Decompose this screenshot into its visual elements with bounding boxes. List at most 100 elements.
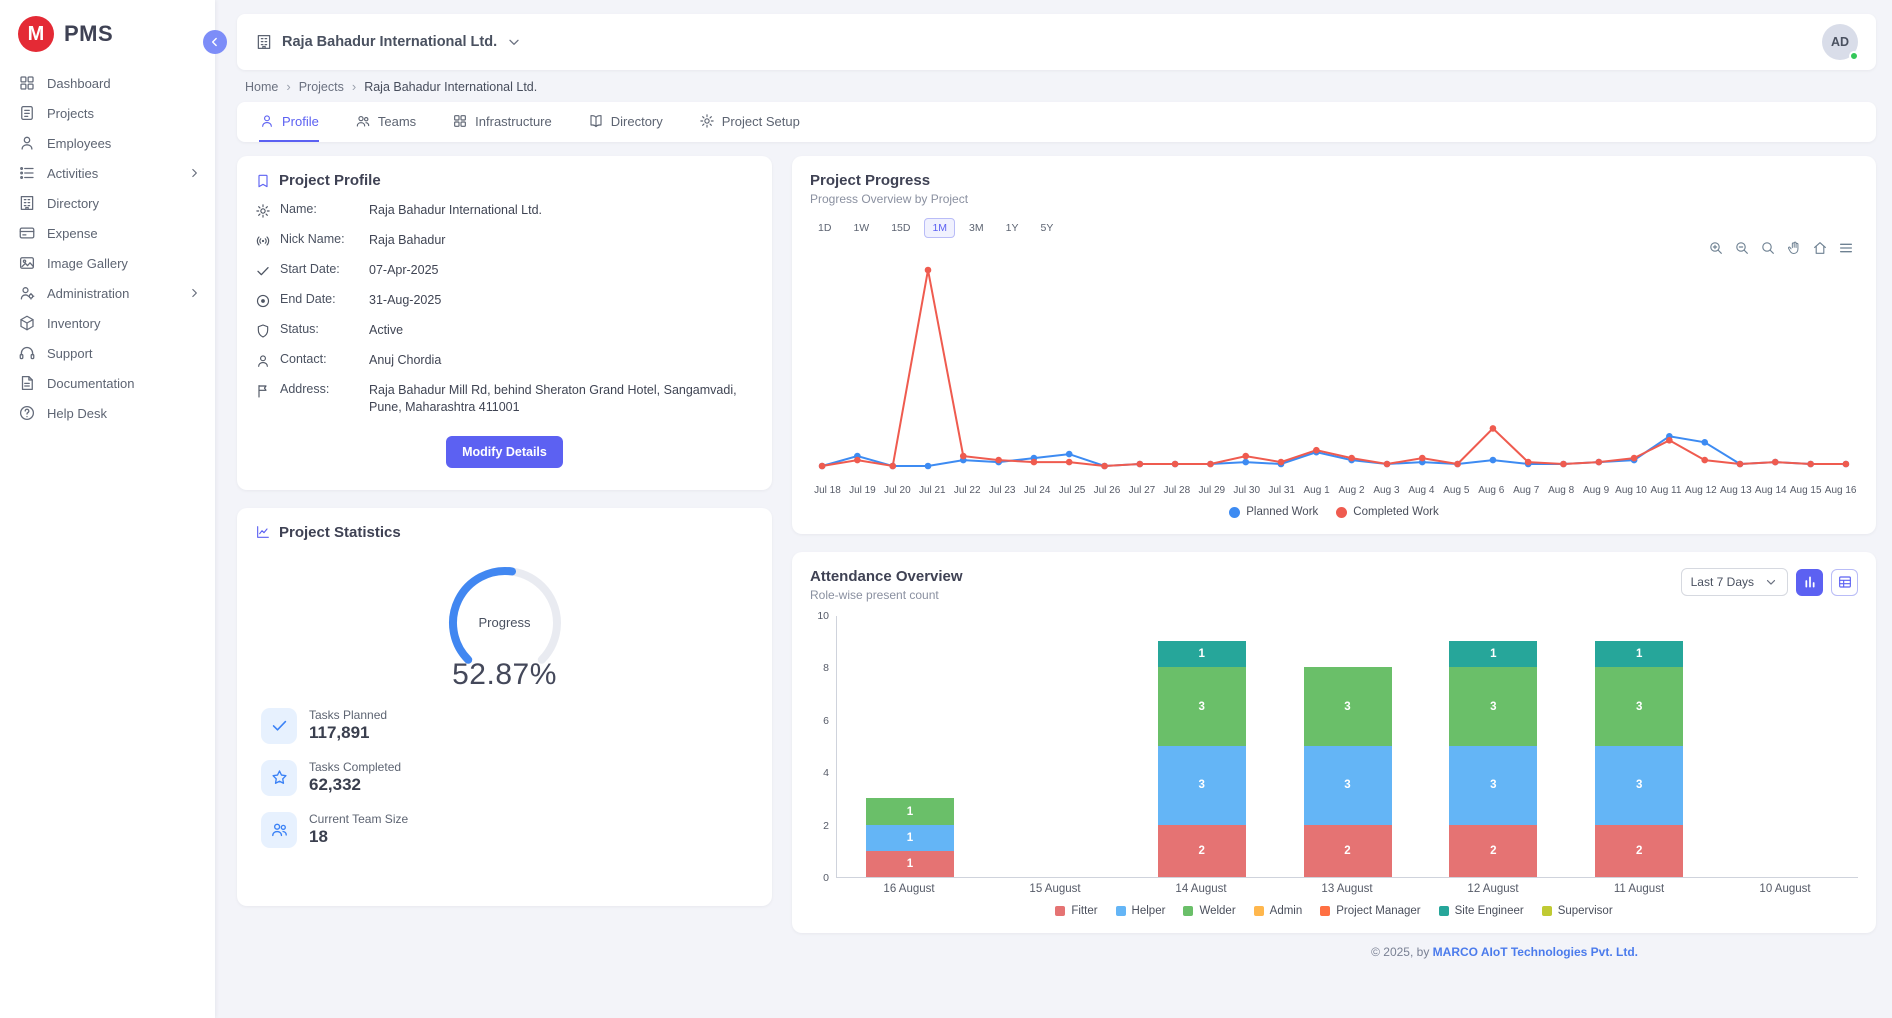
range-button-5y[interactable]: 5Y	[1032, 218, 1061, 238]
breadcrumb-item-projects[interactable]: Projects	[299, 80, 344, 94]
x-tick-label: Aug 15	[1788, 485, 1823, 496]
range-button-15d[interactable]: 15D	[883, 218, 918, 238]
x-tick-label: Jul 22	[950, 485, 985, 496]
copyright-text: © 2025, by	[1371, 945, 1433, 959]
chart-menu-icon[interactable]	[1838, 240, 1854, 256]
progress-gauge: Progress	[420, 557, 590, 680]
y-tick-label: 2	[823, 820, 829, 832]
x-tick-label: Aug 3	[1369, 485, 1404, 496]
legend-planned-work[interactable]: Planned Work	[1229, 506, 1318, 518]
breadcrumb-separator: ›	[352, 79, 356, 94]
sidebar-item-label: Activities	[47, 166, 98, 181]
range-buttons: 1D 1W 15D 1M 3M 1Y5Y	[810, 218, 1858, 238]
chevron-left-icon	[208, 35, 222, 49]
attendance-card-subtitle: Role-wise present count	[810, 588, 963, 602]
x-tick-label: 13 August	[1274, 883, 1420, 895]
bar-15-august	[983, 616, 1129, 877]
range-button-1d[interactable]: 1D	[810, 218, 839, 238]
sidebar-item-expense[interactable]: Expense	[0, 218, 215, 248]
company-selector[interactable]: Raja Bahadur International Ltd.	[255, 33, 522, 51]
pan-icon[interactable]	[1786, 240, 1802, 256]
sidebar-item-administration[interactable]: Administration	[0, 278, 215, 308]
statistics-card-title: Project Statistics	[255, 524, 754, 541]
app-logo: M PMS	[0, 0, 215, 68]
sidebar-item-documentation[interactable]: Documentation	[0, 368, 215, 398]
y-tick-label: 4	[823, 767, 829, 779]
chart-view-button[interactable]	[1796, 569, 1823, 596]
range-button-1m[interactable]: 1M	[924, 218, 955, 238]
breadcrumb-item-home[interactable]: Home	[245, 80, 278, 94]
legend-site-engineer[interactable]: Site Engineer	[1439, 905, 1524, 917]
projects-icon	[18, 104, 36, 122]
sidebar-item-projects[interactable]: Projects	[0, 98, 215, 128]
topbar: Raja Bahadur International Ltd. AD	[237, 14, 1876, 70]
apps-grid-icon[interactable]	[1784, 32, 1804, 52]
bar-segment-helper: 3	[1304, 746, 1392, 825]
x-tick-label: Aug 11	[1649, 485, 1684, 496]
sidebar-item-directory[interactable]: Directory	[0, 188, 215, 218]
x-tick-label: Jul 23	[985, 485, 1020, 496]
zoom-out-icon[interactable]	[1734, 240, 1750, 256]
attendance-legend: Fitter Helper Welder Admin Project Manager Si…	[810, 905, 1858, 917]
bar-segment-helper: 3	[1595, 746, 1683, 825]
range-button-1w[interactable]: 1W	[845, 218, 877, 238]
sidebar-item-label: Help Desk	[47, 406, 107, 421]
gauge-label: Progress	[420, 615, 590, 630]
legend-admin[interactable]: Admin	[1254, 905, 1303, 917]
sidebar-item-inventory[interactable]: Inventory	[0, 308, 215, 338]
x-tick-label: Jul 28	[1159, 485, 1194, 496]
tab-directory[interactable]: Directory	[588, 102, 663, 142]
range-button-3m[interactable]: 3M	[961, 218, 992, 238]
logo-mark: M	[18, 16, 54, 52]
stat-tasks-completed: Tasks Completed62,332	[255, 760, 754, 796]
legend-welder[interactable]: Welder	[1183, 905, 1235, 917]
sidebar-item-support[interactable]: Support	[0, 338, 215, 368]
attendance-bar-chart: 0246810 111233123323312331	[810, 616, 1858, 878]
legend-supervisor[interactable]: Supervisor	[1542, 905, 1613, 917]
profile-field-end-date: End Date:31-Aug-2025	[255, 292, 754, 309]
tab-infrastructure[interactable]: Infrastructure	[452, 102, 552, 142]
sidebar-item-dashboard[interactable]: Dashboard	[0, 68, 215, 98]
x-tick-label: Jul 25	[1055, 485, 1090, 496]
sidebar-item-label: Dashboard	[47, 76, 111, 91]
table-icon	[1837, 574, 1853, 590]
selection-zoom-icon[interactable]	[1760, 240, 1776, 256]
bar-segment-helper: 3	[1449, 746, 1537, 825]
tab-teams[interactable]: Teams	[355, 102, 416, 142]
table-view-button[interactable]	[1831, 569, 1858, 596]
online-status-dot	[1849, 51, 1859, 61]
building-icon	[255, 33, 273, 51]
sidebar-item-help-desk[interactable]: Help Desk	[0, 398, 215, 428]
line-chart-icon	[255, 524, 271, 540]
modify-details-button[interactable]: Modify Details	[446, 436, 563, 468]
sidebar-item-activities[interactable]: Activities	[0, 158, 215, 188]
profile-card-title: Project Profile	[255, 172, 754, 189]
user-avatar[interactable]: AD	[1822, 24, 1858, 60]
legend-completed-work[interactable]: Completed Work	[1336, 506, 1438, 518]
x-tick-label: Aug 7	[1509, 485, 1544, 496]
tab-project-setup[interactable]: Project Setup	[699, 102, 800, 142]
tab-profile[interactable]: Profile	[259, 102, 319, 142]
zoom-in-icon[interactable]	[1708, 240, 1724, 256]
footer-company-link[interactable]: MARCO AIoT Technologies Pvt. Ltd.	[1433, 945, 1638, 959]
legend-helper[interactable]: Helper	[1116, 905, 1166, 917]
range-button-1y[interactable]: 1Y	[998, 218, 1027, 238]
legend-project-manager[interactable]: Project Manager	[1320, 905, 1420, 917]
progress-legend: Planned Work Completed Work	[810, 506, 1858, 518]
legend-fitter[interactable]: Fitter	[1055, 905, 1097, 917]
progress-card-title: Project Progress	[810, 172, 1858, 189]
sidebar-collapse-button[interactable]	[203, 30, 227, 54]
content-grid: Project Profile Name:Raja Bahadur Intern…	[237, 156, 1876, 933]
bar-segment-site-engineer: 1	[1158, 641, 1246, 667]
reset-zoom-home-icon[interactable]	[1812, 240, 1828, 256]
helpdesk-icon	[18, 404, 36, 422]
check-icon	[255, 263, 271, 279]
attendance-y-axis: 0246810	[810, 616, 836, 878]
wifi-icon	[255, 233, 271, 249]
sidebar-item-image-gallery[interactable]: Image Gallery	[0, 248, 215, 278]
sidebar-item-label: Expense	[47, 226, 98, 241]
date-range-select[interactable]: Last 7 Days	[1681, 568, 1788, 596]
chevron-down-icon	[1764, 575, 1778, 589]
sidebar-item-employees[interactable]: Employees	[0, 128, 215, 158]
bar-segment-welder: 3	[1449, 667, 1537, 746]
